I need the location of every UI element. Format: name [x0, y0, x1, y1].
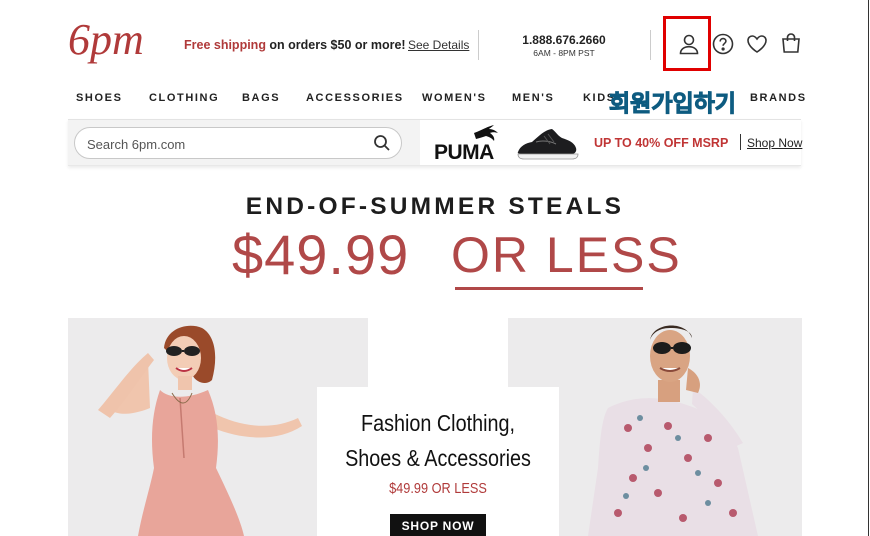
page-border — [868, 0, 869, 536]
banner-promo-text: UP TO 40% OFF MSRP — [594, 136, 729, 150]
card-title: Fashion Clothing, Shoes & Accessories — [334, 406, 542, 476]
promo-card: Fashion Clothing, Shoes & Accessories $4… — [317, 387, 559, 536]
hero-or-less[interactable]: OR LESS — [451, 226, 682, 284]
or-less-underline — [455, 287, 643, 290]
heart-icon[interactable] — [746, 33, 768, 55]
nav-clothing[interactable]: CLOTHING — [149, 92, 219, 104]
hero-price: $49.99 — [232, 223, 410, 286]
help-icon[interactable] — [712, 33, 734, 55]
search-area — [68, 120, 420, 165]
sneaker-image — [517, 129, 579, 160]
header-divider — [650, 30, 651, 60]
header-divider — [478, 30, 479, 60]
nav-accessories[interactable]: ACCESSORIES — [306, 92, 404, 104]
hero-headline: END-OF-SUMMER STEALS — [245, 193, 625, 220]
promo-rest-text: on orders $50 or more! — [265, 38, 406, 52]
card-title-line2: Shoes & Accessories — [345, 445, 531, 471]
nav-shoes[interactable]: SHOES — [76, 92, 123, 104]
card-price: $49.99 OR LESS — [389, 480, 487, 497]
phone-number[interactable]: 1.888.676.2660 — [518, 33, 610, 47]
nav-bags[interactable]: BAGS — [242, 92, 280, 104]
promo-free-text: Free shipping — [184, 38, 266, 52]
search-banner-strip: PUMA UP TO 40% OFF MSRP Shop Now — [68, 119, 802, 166]
banner-shop-now-link[interactable]: Shop Now — [747, 136, 802, 150]
6pm-logo[interactable]: 6pm — [68, 14, 152, 70]
bag-icon[interactable] — [780, 32, 802, 54]
annotation-label: 회원가입하기 — [609, 90, 737, 117]
search-icon[interactable] — [373, 134, 391, 152]
shop-now-button[interactable]: SHOP NOW — [390, 514, 486, 536]
nav-brands[interactable]: BRANDS — [750, 92, 807, 104]
search-box[interactable] — [74, 127, 402, 159]
puma-logo[interactable]: PUMA — [434, 124, 508, 162]
phone-contact: 1.888.676.2660 6AM - 8PM PST — [518, 33, 610, 58]
phone-hours: 6AM - 8PM PST — [533, 48, 595, 58]
free-shipping-promo: Free shipping on orders $50 or more! See… — [184, 38, 469, 52]
nav-womens[interactable]: WOMEN'S — [422, 92, 487, 104]
logo-text: 6pm — [68, 15, 144, 64]
puma-text: PUMA — [434, 141, 494, 162]
card-title-line1: Fashion Clothing, — [361, 410, 515, 436]
search-input[interactable] — [87, 134, 357, 154]
user-icon[interactable] — [678, 33, 700, 55]
see-details-link[interactable]: See Details — [408, 38, 469, 52]
nav-mens[interactable]: MEN'S — [512, 92, 554, 104]
banner-divider — [740, 134, 741, 150]
